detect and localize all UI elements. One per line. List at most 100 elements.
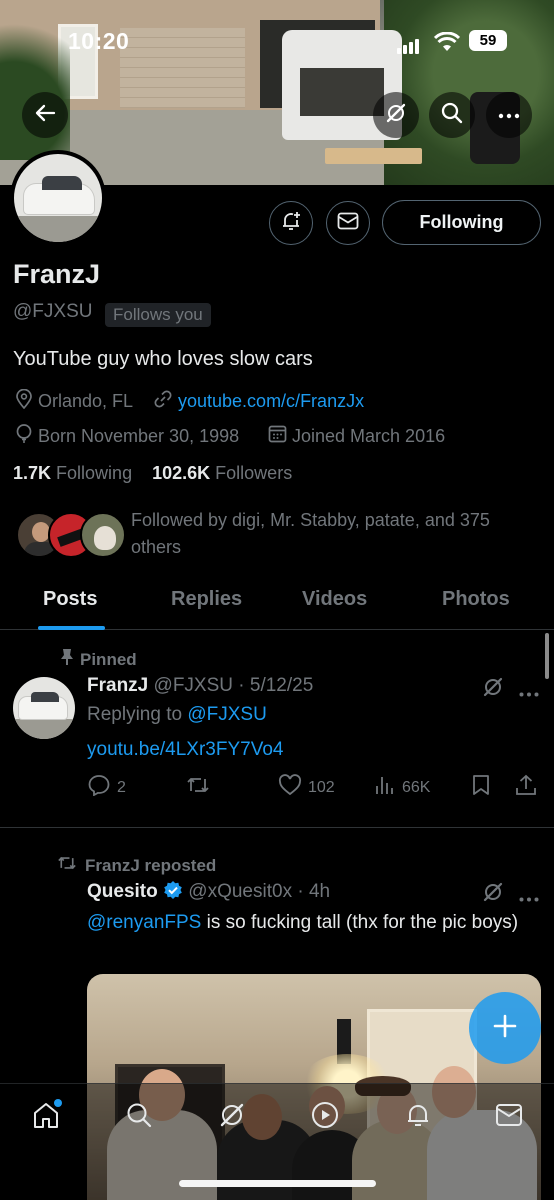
- post-author-handle[interactable]: @xQuesit0x: [188, 881, 292, 902]
- link-icon: [153, 389, 173, 414]
- post-header: Quesito @xQuesit0x · 4h: [87, 881, 331, 902]
- post-date[interactable]: 5/12/25: [250, 675, 313, 696]
- post-author-name[interactable]: Quesito: [87, 881, 158, 902]
- grok-icon: [385, 102, 407, 129]
- share-button[interactable]: [515, 774, 537, 801]
- profile-joined: Joined March 2016: [292, 425, 446, 446]
- grok-button[interactable]: [373, 92, 419, 138]
- location-row: Orlando, FL: [15, 388, 134, 414]
- post-mention[interactable]: @renyanFPS: [87, 912, 201, 933]
- post-author-name[interactable]: FranzJ: [87, 675, 148, 696]
- back-button[interactable]: [22, 92, 68, 138]
- location-pin-icon: [15, 388, 33, 414]
- post-divider: [0, 827, 554, 828]
- followers-stat[interactable]: 102.6K Followers: [152, 463, 292, 483]
- pinned-context: Pinned: [60, 648, 137, 671]
- envelope-icon: [495, 1103, 523, 1132]
- birthday-row: Born November 30, 1998: [15, 424, 239, 449]
- search-button[interactable]: [429, 92, 475, 138]
- profile-birthday: Born November 30, 1998: [38, 426, 240, 446]
- tab-replies[interactable]: Replies: [171, 588, 242, 611]
- signal-icon: [397, 36, 421, 54]
- pinned-label: Pinned: [80, 649, 137, 669]
- replying-to: Replying to @FJXSU: [87, 704, 267, 726]
- joined-row: Joined March 2016: [268, 424, 445, 448]
- post-header: FranzJ @FJXSU · 5/12/25: [87, 675, 314, 696]
- reply-button[interactable]: 2: [87, 774, 126, 801]
- views-count: 66K: [402, 778, 431, 796]
- plus-icon: [492, 1013, 518, 1044]
- post-text: @renyanFPS is so fucking tall (thx for t…: [87, 909, 527, 936]
- like-button[interactable]: 102: [278, 774, 335, 801]
- wifi-icon: [433, 31, 461, 57]
- compose-button[interactable]: [469, 992, 541, 1064]
- post-more-icon[interactable]: [519, 889, 539, 907]
- nav-messages[interactable]: [492, 1100, 526, 1134]
- website-row: youtube.com/c/FranzJx: [153, 389, 364, 414]
- bell-plus-icon: [280, 210, 302, 237]
- home-indicator[interactable]: [179, 1180, 376, 1187]
- back-arrow-icon: [34, 102, 56, 129]
- profile-avatar[interactable]: [10, 150, 106, 246]
- nav-grok[interactable]: [215, 1100, 249, 1134]
- battery-icon: 59: [469, 30, 507, 51]
- nav-search[interactable]: [122, 1100, 156, 1134]
- profile-website-link[interactable]: youtube.com/c/FranzJx: [178, 391, 364, 412]
- share-icon: [515, 774, 537, 801]
- grok-icon[interactable]: [482, 881, 504, 908]
- following-count: 1.7K: [13, 463, 52, 483]
- more-icon: [498, 106, 520, 124]
- search-icon: [441, 102, 463, 129]
- envelope-icon: [337, 212, 359, 235]
- balloon-icon: [15, 424, 33, 449]
- post-link[interactable]: youtu.be/4LXr3FY7Vo4: [87, 739, 283, 761]
- active-tab-indicator: [38, 626, 105, 630]
- follower-avatar: [80, 512, 126, 558]
- more-button[interactable]: [486, 92, 532, 138]
- repost-button[interactable]: [185, 774, 211, 801]
- following-button[interactable]: Following: [382, 200, 541, 245]
- views-button[interactable]: 66K: [374, 774, 430, 801]
- tab-photos[interactable]: Photos: [442, 588, 510, 611]
- scrollbar[interactable]: [545, 633, 549, 679]
- reposted-label[interactable]: FranzJ reposted: [85, 856, 216, 876]
- profile-bio: YouTube guy who loves slow cars: [13, 348, 313, 370]
- reply-icon: [87, 774, 111, 801]
- tab-videos[interactable]: Videos: [302, 588, 367, 611]
- notification-dot: [54, 1099, 62, 1107]
- search-icon: [125, 1101, 153, 1134]
- nav-notifications[interactable]: [401, 1100, 435, 1134]
- status-time: 10:20: [68, 28, 130, 54]
- grok-icon[interactable]: [482, 676, 504, 703]
- profile-location: Orlando, FL: [38, 391, 134, 411]
- post-date[interactable]: 4h: [309, 881, 330, 902]
- bookmark-button[interactable]: [471, 774, 491, 801]
- nav-home[interactable]: [29, 1099, 63, 1134]
- nav-video[interactable]: [308, 1100, 342, 1134]
- profile-stats: 1.7K Following 102.6K Followers: [13, 463, 292, 484]
- views-icon: [374, 774, 396, 801]
- bookmark-icon: [471, 774, 491, 801]
- bell-icon: [404, 1101, 432, 1134]
- followers-label: Followers: [215, 463, 293, 483]
- message-button[interactable]: [326, 201, 370, 245]
- followed-by-avatars[interactable]: [16, 512, 126, 560]
- post-avatar[interactable]: [13, 677, 75, 739]
- tab-posts[interactable]: Posts: [43, 588, 97, 611]
- post-more-icon[interactable]: [519, 684, 539, 702]
- like-count: 102: [308, 778, 335, 796]
- followed-by-text[interactable]: Followed by digi, Mr. Stabby, patate, an…: [131, 507, 531, 561]
- notify-button[interactable]: [269, 201, 313, 245]
- post-author-handle[interactable]: @FJXSU: [154, 675, 233, 696]
- post-actions: 2 102 66K: [87, 774, 539, 802]
- repost-small-icon: [55, 854, 79, 877]
- heart-icon: [278, 774, 302, 801]
- banner-board: [325, 148, 422, 164]
- profile-tabs: Posts Replies Videos Photos: [0, 576, 554, 630]
- reply-count: 2: [117, 778, 126, 796]
- profile-name: FranzJ: [13, 259, 101, 289]
- following-label: Following: [56, 463, 133, 483]
- following-stat[interactable]: 1.7K Following: [13, 463, 132, 483]
- calendar-icon: [268, 424, 287, 448]
- replying-to-handle[interactable]: @FJXSU: [187, 704, 266, 725]
